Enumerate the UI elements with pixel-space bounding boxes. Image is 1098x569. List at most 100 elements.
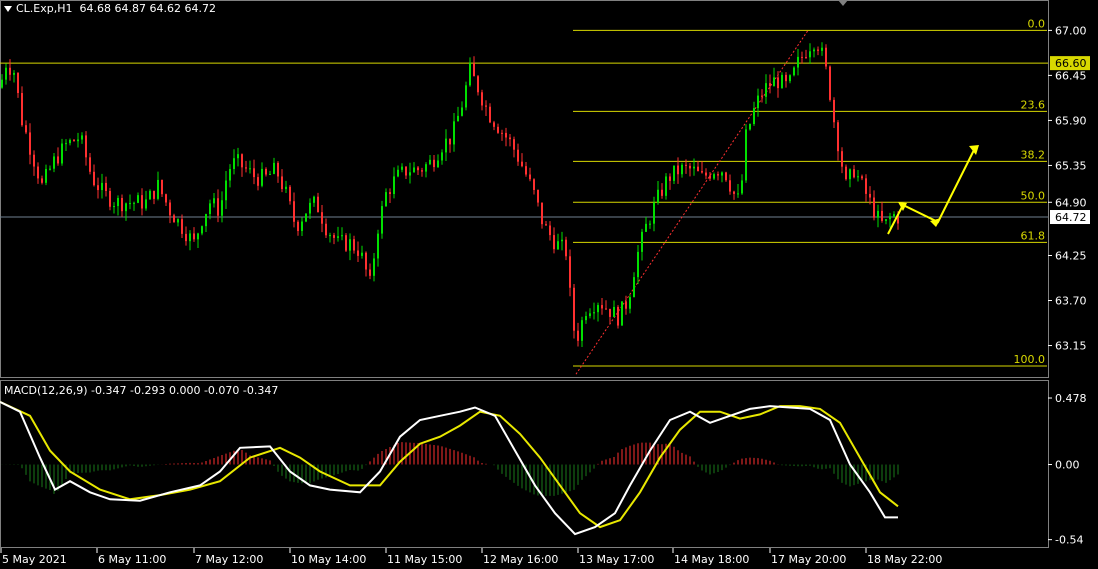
candle-body — [177, 219, 179, 223]
candle-body — [437, 160, 439, 168]
candle-body — [185, 233, 187, 242]
candle-body — [125, 203, 127, 212]
candle-body — [201, 226, 203, 234]
candle-body — [205, 213, 207, 227]
candle-body — [781, 74, 783, 89]
candle-body — [241, 154, 243, 168]
time-tick-label: 6 May 11:00 — [98, 553, 166, 566]
candle-body — [605, 308, 607, 310]
candle-body — [369, 269, 371, 276]
candle-body — [641, 231, 643, 252]
candle-body — [293, 201, 295, 222]
dropdown-arrow-icon[interactable] — [4, 6, 12, 12]
candle-body — [869, 193, 871, 198]
candle-body — [341, 235, 343, 237]
candle-body — [121, 198, 123, 212]
candle-body — [397, 169, 399, 177]
candle-body — [433, 159, 435, 168]
candle-body — [333, 235, 335, 238]
candle-body — [9, 67, 11, 75]
candle-body — [553, 235, 555, 250]
candle-body — [549, 225, 551, 236]
candle-body — [181, 219, 183, 234]
candle-body — [49, 168, 51, 170]
candle-body — [661, 189, 663, 196]
candle-body — [825, 47, 827, 67]
candle-body — [105, 182, 107, 192]
price-tick-label: 63.15 — [1055, 340, 1087, 353]
candle-body — [33, 154, 35, 167]
candle-body — [173, 215, 175, 223]
candle-body — [1, 79, 3, 88]
candle-body — [561, 239, 563, 242]
candle-body — [645, 223, 647, 232]
candle-body — [189, 233, 191, 242]
candle-body — [149, 190, 151, 200]
candle-body — [601, 305, 603, 309]
candle-body — [193, 233, 195, 240]
candle-body — [629, 297, 631, 309]
candle-body — [873, 197, 875, 218]
candle-body — [129, 203, 131, 205]
candle-body — [565, 239, 567, 257]
candle-body — [501, 132, 503, 134]
candle-body — [849, 169, 851, 180]
candle-body — [253, 168, 255, 178]
candle-body — [665, 176, 667, 196]
candle-body — [29, 132, 31, 155]
candle-body — [73, 139, 75, 142]
candle-body — [137, 195, 139, 203]
candle-body — [89, 157, 91, 172]
candle-body — [649, 223, 651, 225]
macd-tick-label: -0.54 — [1055, 534, 1083, 547]
candle-body — [537, 189, 539, 203]
candle-body — [821, 47, 823, 51]
candle-body — [81, 135, 83, 140]
candle-body — [797, 56, 799, 68]
candle-body — [677, 165, 679, 175]
time-tick-label: 14 May 18:00 — [674, 553, 749, 566]
candle-body — [53, 156, 55, 169]
macd-main-line — [0, 401, 898, 536]
candle-body — [461, 107, 463, 116]
candle-body — [261, 168, 263, 186]
candle-body — [497, 126, 499, 133]
candle-body — [597, 305, 599, 313]
candle-body — [213, 198, 215, 204]
candle-body — [637, 251, 639, 278]
candle-body — [365, 252, 367, 270]
candle-body — [169, 202, 171, 216]
candle-body — [729, 180, 731, 192]
candle-body — [345, 235, 347, 251]
candle-body — [809, 51, 811, 58]
candle-body — [777, 77, 779, 89]
candle-body — [785, 74, 787, 82]
candle-body — [485, 105, 487, 107]
candle-body — [21, 93, 23, 126]
candle-body — [357, 250, 359, 256]
candle-body — [757, 95, 759, 109]
fib-level-label: 23.6 — [1021, 98, 1046, 111]
candle-body — [741, 180, 743, 194]
candle-body — [69, 139, 71, 144]
candle-body — [353, 239, 355, 251]
macd-panel-frame — [0, 380, 1049, 548]
candle-body — [113, 206, 115, 208]
price-tick-label: 64.90 — [1055, 196, 1087, 209]
candle-body — [493, 122, 495, 127]
candle-body — [321, 212, 323, 224]
candle-body — [349, 239, 351, 251]
candle-body — [889, 216, 891, 220]
candle-body — [617, 306, 619, 326]
ohlc-label: 64.68 64.87 64.62 64.72 — [79, 2, 216, 15]
candle-body — [753, 108, 755, 125]
candle-body — [837, 122, 839, 152]
candle-body — [505, 132, 507, 138]
candle-body — [425, 164, 427, 172]
candle-body — [545, 224, 547, 226]
fib-level-label: 0.0 — [1028, 17, 1046, 30]
candle-body — [133, 202, 135, 204]
candle-body — [633, 277, 635, 298]
candle-body — [325, 223, 327, 236]
candle-body — [157, 179, 159, 199]
